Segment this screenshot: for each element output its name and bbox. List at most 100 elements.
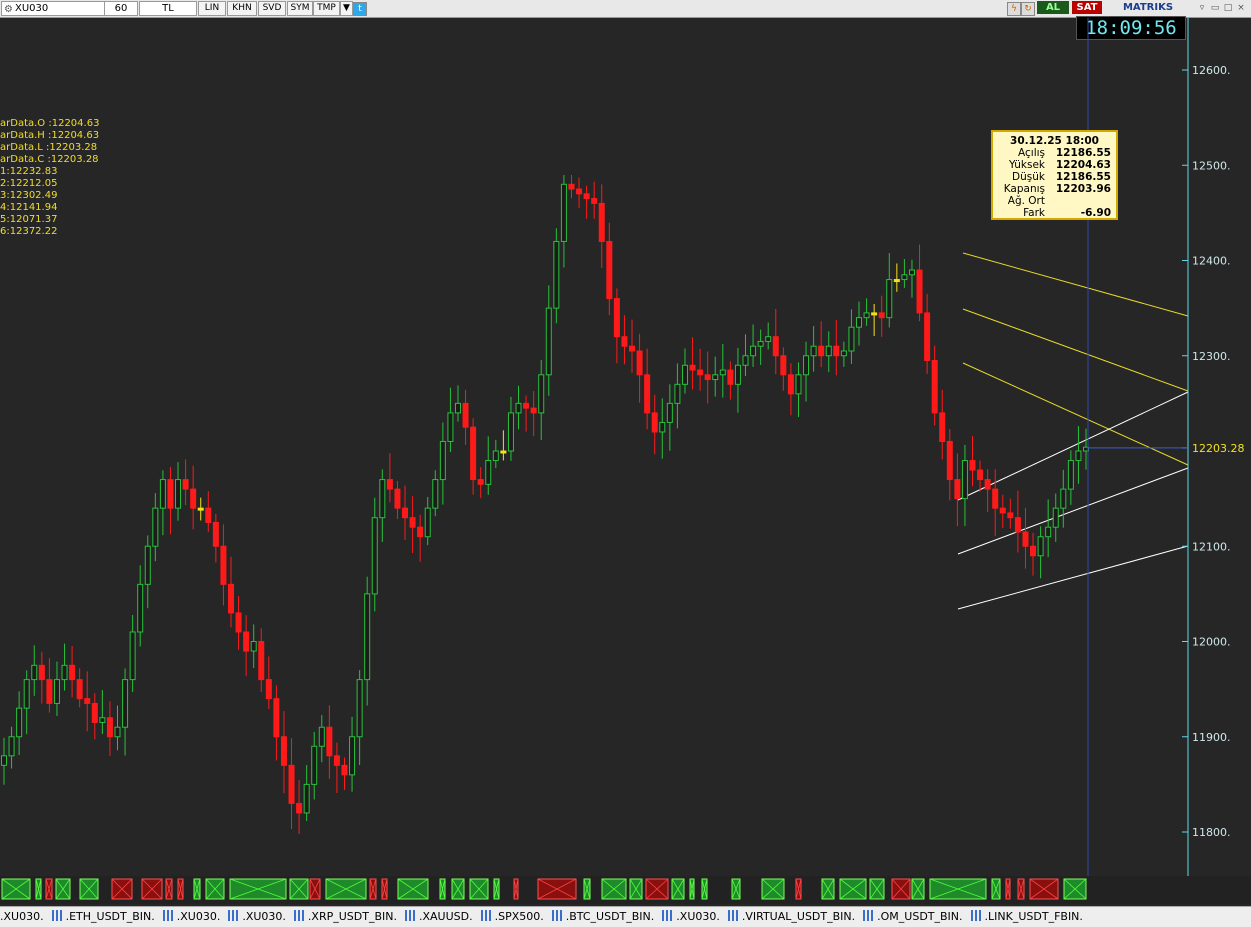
close-icon[interactable]: ×	[1235, 2, 1247, 14]
window-tabs: .XU030. .ETH_USDT_BIN. .XU030. .XU030. .XRP_…	[0, 906, 1251, 927]
signal-block	[35, 878, 42, 900]
window-tab[interactable]: .XU030.	[224, 907, 290, 927]
sell-button[interactable]: SAT	[1072, 1, 1102, 14]
khn-button[interactable]: KHN	[227, 1, 257, 16]
candle	[303, 765, 310, 822]
tmp-button[interactable]: TMP	[313, 1, 340, 16]
candle-body	[666, 402, 673, 423]
signal-block	[645, 878, 669, 900]
signal-block	[1, 878, 31, 900]
sym-button[interactable]: SYM	[287, 1, 313, 16]
last-price-label: 12203.28	[1192, 442, 1245, 455]
buy-button[interactable]: AL	[1037, 1, 1069, 14]
window-tab[interactable]: .XU030.	[0, 907, 48, 927]
candle-body	[280, 736, 287, 766]
candle-body	[901, 274, 908, 281]
candle	[371, 497, 378, 612]
tooltip-row: Ağ. Ort	[993, 195, 1116, 207]
signal-block	[891, 878, 911, 900]
candle	[129, 615, 136, 693]
candle-body	[8, 736, 15, 757]
indicator-value: 2:12212.05	[0, 178, 58, 189]
symbol-field[interactable]: ⚙ XU030	[1, 1, 116, 16]
candle	[583, 185, 590, 219]
candle	[734, 347, 741, 413]
signal-block	[469, 878, 489, 900]
window-tab[interactable]: .XAUUSD.	[401, 907, 477, 927]
window-tab[interactable]: .OM_USDT_BIN.	[859, 907, 966, 927]
candle	[500, 430, 507, 461]
candle	[780, 347, 787, 391]
candle-body	[818, 345, 825, 357]
candle	[931, 345, 938, 426]
signal-block	[513, 878, 519, 900]
candle-body	[311, 745, 318, 785]
window-tab[interactable]: .XRP_USDT_BIN.	[290, 907, 401, 927]
window-tab[interactable]: .SPX500.	[477, 907, 548, 927]
candle	[833, 319, 840, 376]
candle	[114, 705, 121, 751]
tab-label: .OM_USDT_BIN.	[877, 910, 963, 923]
lightning-icon[interactable]: ϟ	[1007, 2, 1021, 16]
candle-body	[159, 479, 166, 509]
window-tab[interactable]: .VIRTUAL_USDT_BIN.	[724, 907, 859, 927]
tab-label: .XU030.	[676, 910, 720, 923]
candle-body	[394, 488, 401, 509]
signal-block	[1063, 878, 1087, 900]
candle	[961, 444, 968, 527]
candle	[152, 493, 159, 562]
candle-body	[507, 412, 514, 452]
candle	[182, 459, 189, 506]
signal-block	[1017, 878, 1025, 900]
candle-body	[871, 312, 878, 316]
restore-icon[interactable]: ▭	[1209, 2, 1221, 14]
candle-body	[152, 507, 159, 547]
candle	[908, 259, 915, 298]
candle-body	[167, 479, 174, 509]
candle-body	[1067, 460, 1074, 490]
window-tab[interactable]: .BTC_USDT_BIN.	[548, 907, 659, 927]
twitter-icon[interactable]: t	[353, 2, 367, 16]
candle-body	[810, 345, 817, 357]
window-tab[interactable]: .ETH_USDT_BIN.	[48, 907, 159, 927]
tab-label: .BTC_USDT_BIN.	[565, 910, 655, 923]
candle-body	[303, 783, 310, 814]
candle	[545, 285, 552, 396]
signal-block	[205, 878, 225, 900]
signal-block	[229, 878, 287, 900]
candle	[924, 294, 931, 374]
period-field[interactable]: 60	[104, 1, 138, 16]
window-tab[interactable]: .XU030.	[658, 907, 724, 927]
svd-button[interactable]: SVD	[258, 1, 286, 16]
candle-body	[333, 755, 340, 766]
maximize-icon[interactable]: □	[1222, 2, 1234, 14]
indicator-value: 1:12232.83	[0, 166, 58, 177]
window-tab[interactable]: .XU030.	[159, 907, 225, 927]
lin-button[interactable]: LIN	[198, 1, 226, 16]
candle	[659, 398, 666, 459]
candle-body	[1060, 488, 1067, 509]
window-tab[interactable]: .LINK_USDT_FBIN.	[967, 907, 1087, 927]
indicator-value: 4:12141.94	[0, 202, 58, 213]
signal-block	[761, 878, 785, 900]
tooltip-row: Açılış 12186.55	[993, 147, 1116, 159]
candle-body	[296, 802, 303, 814]
currency-field[interactable]: TL	[139, 1, 197, 16]
minimize-icon[interactable]: ▿	[1196, 2, 1208, 14]
chart-icon	[162, 910, 175, 921]
signal-block	[671, 878, 685, 900]
signal-block	[79, 878, 99, 900]
candle-body	[659, 421, 666, 433]
signal-block	[325, 878, 367, 900]
candle-body	[356, 679, 363, 738]
dropdown-arrow-icon[interactable]: ▼	[340, 1, 353, 16]
tooltip-row: Kapanış 12203.96	[993, 183, 1116, 195]
signal-block	[141, 878, 163, 900]
tooltip-row: Fark -6.90	[993, 207, 1116, 219]
candle-body	[439, 440, 446, 481]
refresh-icon[interactable]: ↻	[1021, 2, 1035, 16]
candle-body	[825, 345, 832, 357]
gear-icon[interactable]: ⚙	[4, 3, 13, 16]
candle	[636, 333, 643, 403]
signal-strip	[0, 876, 1251, 904]
